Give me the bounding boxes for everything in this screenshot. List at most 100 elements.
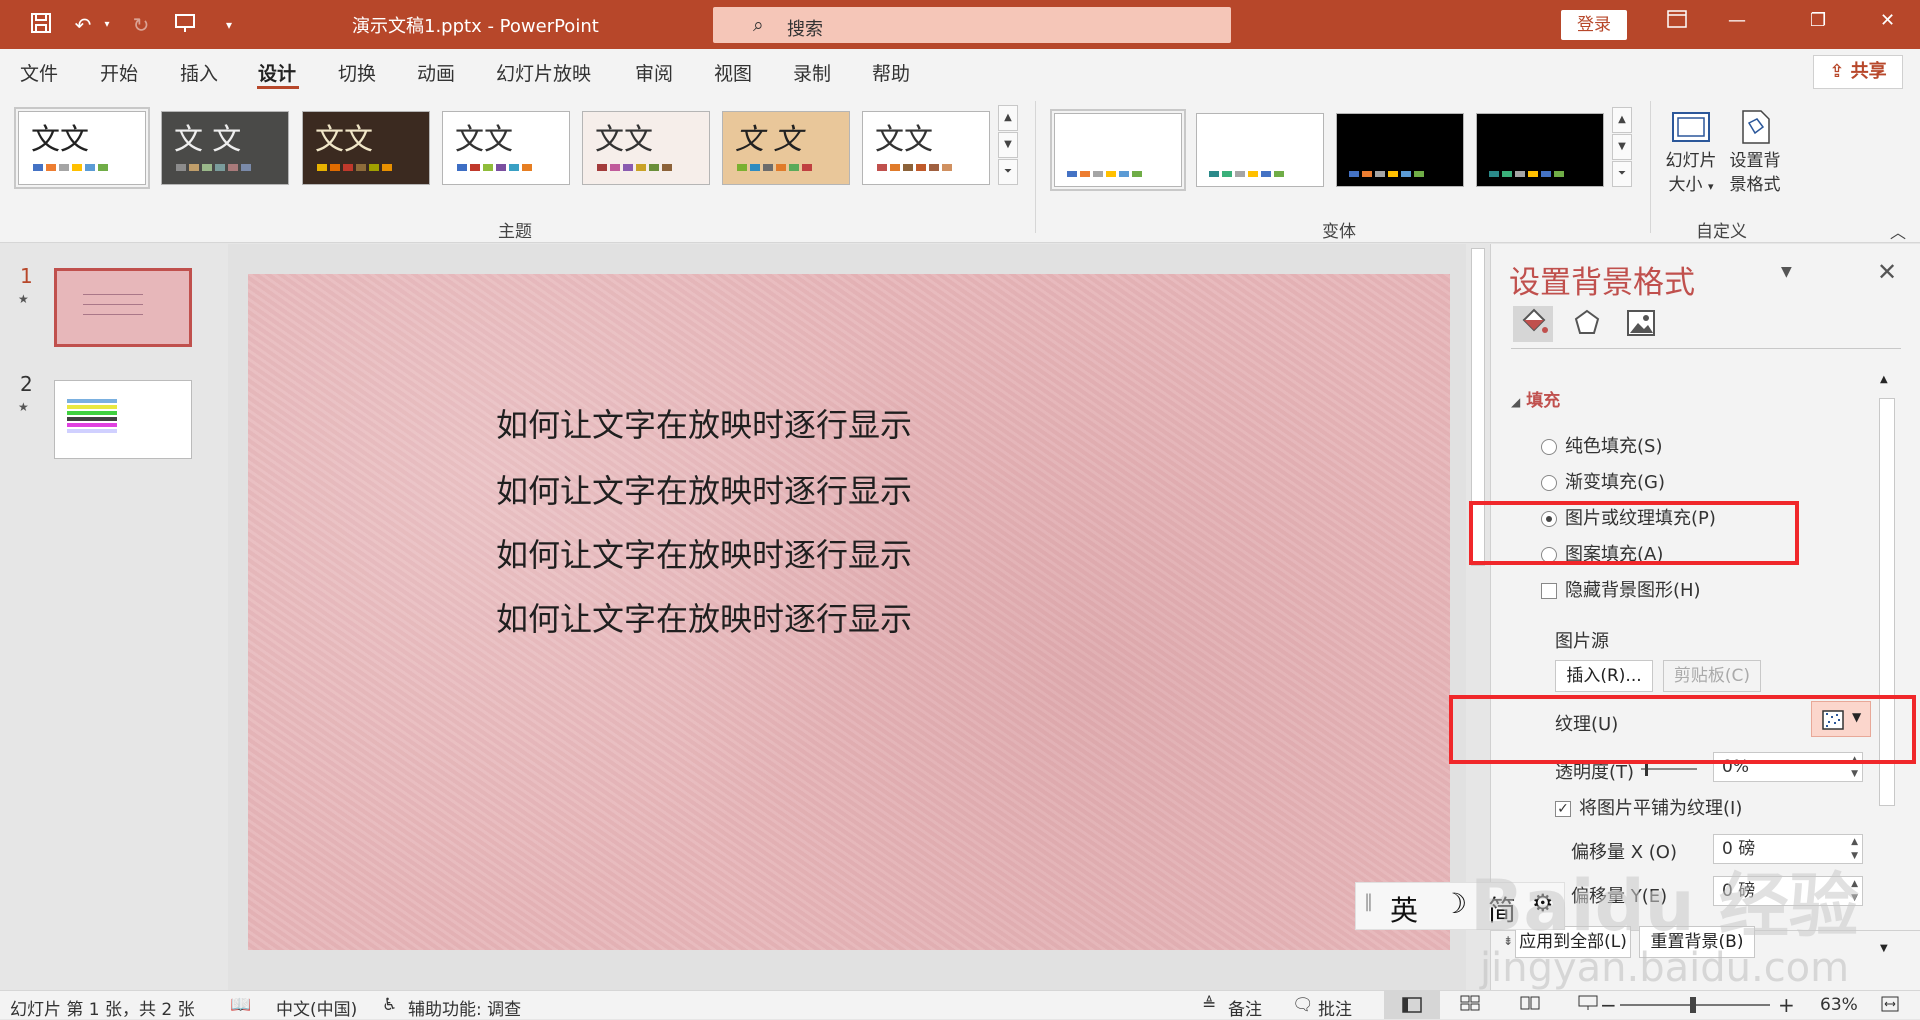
variants-more-icon[interactable]: ⏷ xyxy=(1612,161,1632,187)
theme-office[interactable]: 文文 xyxy=(14,107,150,189)
slide-thumbnail-1[interactable] xyxy=(54,268,192,347)
accessibility-status[interactable]: 辅助功能: 调查 xyxy=(408,995,521,1020)
variants-scroll-up-icon[interactable]: ▲ xyxy=(1612,107,1632,133)
tab-file[interactable]: 文件 xyxy=(20,59,58,86)
group-separator xyxy=(1035,101,1036,233)
variant-2[interactable] xyxy=(1196,113,1324,187)
accessibility-icon[interactable]: ♿ xyxy=(382,995,397,1015)
theme-facet[interactable]: 文文 xyxy=(442,111,570,185)
theme-ion[interactable]: 文文 xyxy=(862,111,990,185)
zoom-out-icon[interactable]: − xyxy=(1600,993,1617,1017)
fit-to-window-icon[interactable] xyxy=(1880,995,1900,1018)
themes-more-icon[interactable]: ⏷ xyxy=(998,159,1018,185)
presentation-icon[interactable] xyxy=(172,12,198,38)
slide-size-button[interactable]: 幻灯片 大小 ▾ xyxy=(1662,107,1720,199)
undo-icon[interactable]: ↶ xyxy=(70,12,96,38)
hide-bg-graphics-checkbox[interactable] xyxy=(1541,583,1557,599)
slide-counter: 幻灯片 第 1 张，共 2 张 xyxy=(10,1000,195,1020)
thumb-bar xyxy=(67,411,117,415)
share-button[interactable]: ⇪ 共享 xyxy=(1813,55,1903,89)
clipboard-button[interactable]: 剪贴板(C) xyxy=(1663,660,1761,692)
comments-button[interactable]: 批注 xyxy=(1318,995,1352,1020)
slide-text-line[interactable]: 如何让文字在放映时逐行显示 xyxy=(496,400,912,446)
comments-icon[interactable]: 🗨 xyxy=(1292,995,1314,1015)
undo-dropdown-icon[interactable]: ▾ xyxy=(94,12,120,38)
tab-slideshow[interactable]: 幻灯片放映 xyxy=(496,59,591,86)
tab-record[interactable]: 录制 xyxy=(793,59,831,86)
picture-tab-icon[interactable] xyxy=(1621,306,1661,342)
insert-picture-button[interactable]: 插入(R)... xyxy=(1555,660,1653,692)
pane-scroll-up-icon[interactable]: ▲ xyxy=(1880,374,1888,385)
notes-icon[interactable]: ≜ xyxy=(1202,995,1216,1015)
redo-icon[interactable]: ↻ xyxy=(128,12,154,38)
restore-icon[interactable]: ❐ xyxy=(1810,10,1826,31)
spellcheck-icon[interactable]: 📖 xyxy=(230,995,251,1015)
tab-animations[interactable]: 动画 xyxy=(417,59,455,86)
tab-insert[interactable]: 插入 xyxy=(180,59,218,86)
search-icon: ⌕ xyxy=(753,14,764,36)
zoom-slider-knob[interactable] xyxy=(1690,997,1696,1013)
login-button[interactable]: 登录 xyxy=(1561,10,1627,40)
status-bar: 幻灯片 第 1 张，共 2 张 📖 中文(中国) ♿ 辅助功能: 调查 ≜ 备注… xyxy=(0,990,1920,1020)
tab-home[interactable]: 开始 xyxy=(100,59,138,86)
tab-view[interactable]: 视图 xyxy=(714,59,752,86)
save-icon[interactable] xyxy=(28,12,54,38)
canvas-scrollbar[interactable] xyxy=(1466,244,1490,946)
zoom-in-icon[interactable]: + xyxy=(1778,993,1795,1017)
fill-tab-icon[interactable] xyxy=(1513,306,1553,342)
transparency-slider-knob[interactable] xyxy=(1645,762,1648,776)
customize-toolbar-icon[interactable]: ▾ xyxy=(216,12,242,38)
variant-4[interactable] xyxy=(1476,113,1604,187)
language-indicator[interactable]: 中文(中国) xyxy=(276,995,357,1020)
notes-button[interactable]: 备注 xyxy=(1228,995,1262,1020)
highlight-picture-fill xyxy=(1469,501,1799,565)
slide-text-line[interactable]: 如何让文字在放映时逐行显示 xyxy=(496,466,912,512)
fill-section-header[interactable]: ◢ 填充 xyxy=(1511,386,1560,411)
variant-1[interactable] xyxy=(1050,109,1186,191)
reading-view-icon[interactable] xyxy=(1520,995,1540,1016)
solid-fill-option[interactable]: 纯色填充(S) xyxy=(1541,432,1662,458)
slide-text-line[interactable]: 如何让文字在放映时逐行显示 xyxy=(496,594,912,640)
pane-close-icon[interactable]: ✕ xyxy=(1877,258,1897,286)
slide-canvas[interactable]: 如何让文字在放映时逐行显示 如何让文字在放映时逐行显示 如何让文字在放映时逐行显… xyxy=(248,274,1450,950)
variants-scroll-down-icon[interactable]: ▼ xyxy=(1612,134,1632,160)
tab-design[interactable]: 设计 xyxy=(258,59,296,86)
ime-moon-icon[interactable]: ☽ xyxy=(1442,887,1467,920)
search-input[interactable]: ⌕ 搜索 xyxy=(713,7,1231,43)
format-background-button[interactable]: 设置背 景格式 xyxy=(1726,107,1784,197)
theme-dark[interactable]: 文文 xyxy=(302,111,430,185)
collapse-ribbon-icon[interactable]: ︿ xyxy=(1890,219,1906,243)
pane-scroll-down-icon[interactable]: ▼ xyxy=(1880,943,1888,954)
pane-scrollbar[interactable]: ▲ ▼ xyxy=(1877,374,1897,954)
gradient-fill-option[interactable]: 渐变填充(G) xyxy=(1541,468,1665,494)
ribbon-display-icon[interactable] xyxy=(1667,10,1687,33)
tile-texture-checkbox[interactable]: ✓ xyxy=(1555,801,1571,817)
themes-scroll-up-icon[interactable]: ▲ xyxy=(998,105,1018,131)
pane-options-chevron-icon[interactable]: ▼ xyxy=(1781,264,1792,280)
themes-scroll-down-icon[interactable]: ▼ xyxy=(998,132,1018,158)
zoom-level[interactable]: 63% xyxy=(1820,995,1858,1015)
tab-transitions[interactable]: 切换 xyxy=(338,59,376,86)
effects-tab-icon[interactable] xyxy=(1567,306,1607,342)
minimize-icon[interactable]: — xyxy=(1728,10,1746,31)
close-icon[interactable]: ✕ xyxy=(1880,10,1895,31)
gradient-fill-radio[interactable] xyxy=(1541,475,1557,491)
ime-drag-handle[interactable]: ‖ xyxy=(1364,891,1373,912)
slide-sorter-icon[interactable] xyxy=(1460,995,1480,1016)
tile-texture-option[interactable]: ✓ 将图片平铺为纹理(I) xyxy=(1555,794,1742,820)
theme-banded[interactable]: 文 文 xyxy=(722,111,850,185)
transparency-slider[interactable] xyxy=(1641,768,1697,770)
ime-language-toggle[interactable]: 英 xyxy=(1390,889,1418,929)
slideshow-view-icon[interactable] xyxy=(1578,995,1598,1016)
chevron-down-icon: ▾ xyxy=(1707,180,1714,193)
slide-thumbnail-2[interactable] xyxy=(54,380,192,459)
hide-bg-graphics-option[interactable]: 隐藏背景图形(H) xyxy=(1541,576,1701,602)
theme-wisp[interactable]: 文文 xyxy=(582,111,710,185)
theme-slate[interactable]: 文 文 xyxy=(161,111,289,185)
variant-3[interactable] xyxy=(1336,113,1464,187)
solid-fill-radio[interactable] xyxy=(1541,439,1557,455)
tab-review[interactable]: 审阅 xyxy=(635,59,673,86)
normal-view-icon[interactable] xyxy=(1384,991,1440,1019)
slide-text-line[interactable]: 如何让文字在放映时逐行显示 xyxy=(496,530,912,576)
tab-help[interactable]: 帮助 xyxy=(872,59,910,86)
